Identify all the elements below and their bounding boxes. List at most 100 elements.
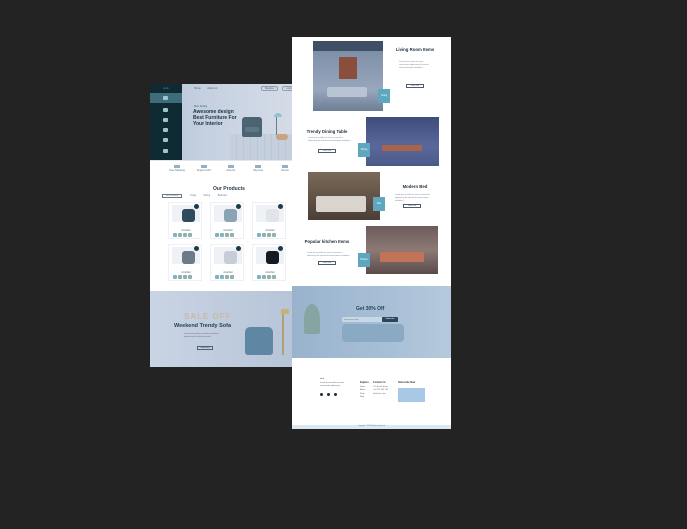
chair-icon[interactable] [163,108,168,112]
canvas: ∞ ∞ Home About Us Register Login Best Se… [0,0,687,529]
armchair-image [266,209,279,222]
footer-link[interactable]: Shop [360,393,365,395]
row-button[interactable]: Shop Now [318,261,336,265]
product-card[interactable]: Armchair ★★★★★ [210,244,244,281]
tab-bedroom[interactable]: Bedroom [218,195,227,197]
product-name: Armchair [223,230,233,232]
product-name: Armchair [181,272,191,274]
product-name: Armchair [265,230,275,232]
product-actions [173,224,193,242]
footer-link[interactable]: About [360,389,365,391]
payment-icon [255,165,261,168]
product-card[interactable]: Armchair ★★★★★ [252,202,286,239]
hero-side-table-image [276,134,288,140]
row-button[interactable]: Shop Now [318,149,336,153]
hero-title: Awesome design Best Furniture For Your I… [193,109,237,127]
product-name: Armchair [223,272,233,274]
sale-big-text: SALE OFF [184,312,232,321]
subscribe-button[interactable]: Subscribe [382,317,398,322]
armchair-image [266,251,279,264]
footer-link[interactable]: Home [360,386,365,388]
cart-icon[interactable] [163,149,168,153]
row-tag[interactable]: Bed [373,197,385,211]
product-actions [257,266,277,284]
row-tag[interactable]: Dining [358,143,370,157]
row-button[interactable]: Shop Now [403,204,421,208]
footer-subscribe-box[interactable] [398,388,425,402]
product-tabs: All Products Living Dining Bedroom [162,194,234,198]
row-tag[interactable]: Living [378,89,390,103]
row-text: Lorem ipsum dolor sit amet consectetur a… [399,61,429,69]
product-rating: ★★★★★ [180,234,192,237]
kitchen-image [366,226,438,274]
tab-dining[interactable]: Dining [204,195,211,197]
sidebar: ∞ ∞ [150,84,182,160]
discount-badge [236,204,241,209]
products-title: Our Products [213,186,245,192]
sale-banner: SALE OFF Weekend Trendy Sofa Lorem ipsum… [150,291,308,367]
discount-badge [236,246,241,251]
sale-description: Lorem ipsum dolor sit amet consectetur a… [184,333,220,338]
footer-col-contact: Contact Us 123 Street Name +00 123 456 7… [373,381,389,395]
sale-lamp-image [281,309,289,355]
sale-title: Weekend Trendy Sofa [174,323,232,329]
plant-image [304,304,320,334]
discount-badge [278,204,283,209]
row-tag[interactable]: Kitchen [358,253,370,267]
product-card[interactable]: Armchair ★★★★★ [210,202,244,239]
top-nav-right: Register Login [258,86,297,91]
row-title: Living Room Items [395,47,435,52]
product-card[interactable]: Armchair ★★★★★ [168,244,202,281]
living-room-image [313,41,383,111]
register-button[interactable]: Register [261,86,279,91]
dining-room-image [366,117,439,166]
facebook-icon[interactable] [320,393,323,396]
armchair-image [224,251,237,264]
armchair-image [182,209,195,222]
nav-home[interactable]: Home [194,87,201,90]
row-title: Trendy Dining Table [306,129,348,134]
homepage-mockup: ∞ ∞ Home About Us Register Login Best Se… [150,84,308,367]
hero-armchair-image [242,117,262,137]
feature-item: Returns [222,165,240,172]
hero-lamp-image [274,113,282,135]
sale-shop-button[interactable]: Shop Now [197,346,213,350]
support-icon [201,165,207,168]
bed-icon[interactable] [163,128,168,132]
row-text: Lorem ipsum dolor sit amet consectetur a… [307,252,350,257]
brick-wall [339,57,357,79]
home-icon[interactable] [163,96,168,100]
product-rating: ★★★★★ [222,234,234,237]
sale-armchair-image [245,327,273,355]
top-nav: Home About Us [194,87,224,90]
product-rating: ★★★★★ [264,234,276,237]
subscribe-banner: Get 30% Off Subscribe [292,286,451,358]
feature-item: Payment [249,165,267,172]
sofa-shape [327,87,367,97]
twitter-icon[interactable] [327,393,330,396]
row-button[interactable]: Shop Now [406,84,424,88]
lamp-icon[interactable] [163,138,168,142]
hero-eyebrow: Best Selling [194,105,208,108]
features-strip: Free Shipping Support 24/7 Returns Payme… [150,160,308,176]
product-card[interactable]: Armchair ★★★★★ [168,202,202,239]
instagram-icon[interactable] [334,393,337,396]
footer-col-explore: Explore Home About Shop Blog [360,381,369,398]
row-title: Modern Bed [402,184,428,189]
product-rating: ★★★★★ [222,276,234,279]
hero-section: ∞ ∞ Home About Us Register Login Best Se… [150,84,308,160]
footer-col-subscribe: Subscribe Now [398,381,416,384]
discount-badge [278,246,283,251]
product-card[interactable]: Armchair ★★★★★ [252,244,286,281]
armchair-image [182,251,195,264]
kitchen-counter-shape [380,252,424,262]
bed-shape [316,196,366,212]
table-icon[interactable] [163,118,168,122]
logo: ∞ ∞ [163,86,169,90]
footer-link[interactable]: Blog [360,396,364,398]
tab-living[interactable]: Living [190,195,196,197]
tab-all[interactable]: All Products [162,194,183,198]
nav-about[interactable]: About Us [207,87,217,90]
product-actions [215,224,235,242]
footer-logo: ∞ ∞ [320,377,325,380]
